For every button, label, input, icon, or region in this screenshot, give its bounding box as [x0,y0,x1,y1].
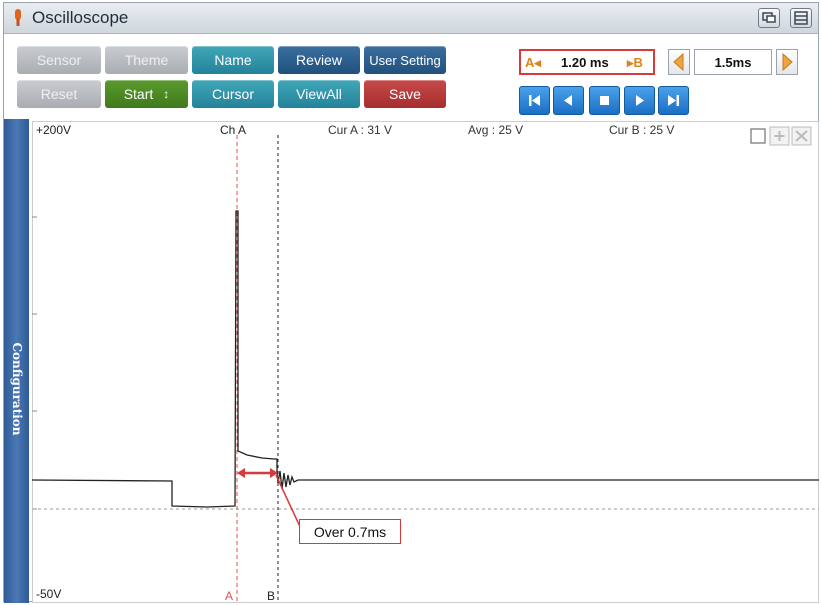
reset-button[interactable]: Reset [17,80,101,108]
cursor-a-value: Cur A : 31 V [328,123,393,137]
skip-start-icon[interactable] [519,86,550,115]
oscilloscope-window: Oscilloscope Sensor Theme Name Review Us… [3,2,820,603]
duration-annotation: Over 0.7ms [299,519,401,544]
viewall-button[interactable]: ViewAll [278,80,360,108]
cursor-button[interactable]: Cursor [192,80,274,108]
arrow-right-icon[interactable] [776,49,798,75]
display-controls [750,126,812,146]
app-icon [15,9,21,26]
title-bar: Oscilloscope [4,3,818,34]
cursor-b-value: Cur B : 25 V [609,123,675,137]
configuration-label: Configuration [10,342,24,436]
play-icon[interactable] [624,86,655,115]
cursor-b-marker: ▸B [627,55,643,70]
theme-button[interactable]: Theme [105,46,188,74]
start-button[interactable]: Start ↕ [105,80,188,108]
cursor-delta-value: 1.20 ms [561,55,609,70]
configuration-sidebar[interactable]: Configuration [4,119,29,603]
top-voltage-label: +200V [36,123,72,137]
sensor-button[interactable]: Sensor [17,46,101,74]
step-back-icon[interactable] [553,86,584,115]
name-button[interactable]: Name [192,46,274,74]
timebase-field[interactable]: 1.5ms [694,49,772,75]
channel-label: Ch A [220,123,247,137]
skip-end-icon[interactable] [658,86,689,115]
window-title: Oscilloscope [32,8,129,27]
scope-display[interactable]: +200V -50V Ch A Cur A : 31 V Avg : 25 V … [32,121,820,603]
checkbox-icon[interactable] [750,128,766,144]
menu-icon[interactable] [790,8,812,28]
stop-icon[interactable] [589,86,620,115]
zoom-out-icon[interactable] [791,126,812,146]
arrow-left-icon[interactable] [668,49,690,75]
save-button[interactable]: Save [364,80,446,108]
average-value: Avg : 25 V [468,123,524,137]
cursor-a-marker-label: A [225,589,234,603]
start-label: Start [123,86,154,102]
updown-icon: ↕ [163,87,170,101]
zoom-in-icon[interactable] [769,126,790,146]
waveform-svg [32,121,819,603]
review-button[interactable]: Review [278,46,360,74]
bottom-voltage-label: -50V [36,587,62,601]
cursor-delta-readout: A◂ 1.20 ms ▸B [519,49,655,75]
window-restore-icon[interactable] [758,8,780,28]
user-setting-button[interactable]: User Setting [364,46,446,74]
cursor-a-marker: A◂ [525,55,541,70]
cursor-b-marker-label: B [267,589,276,603]
